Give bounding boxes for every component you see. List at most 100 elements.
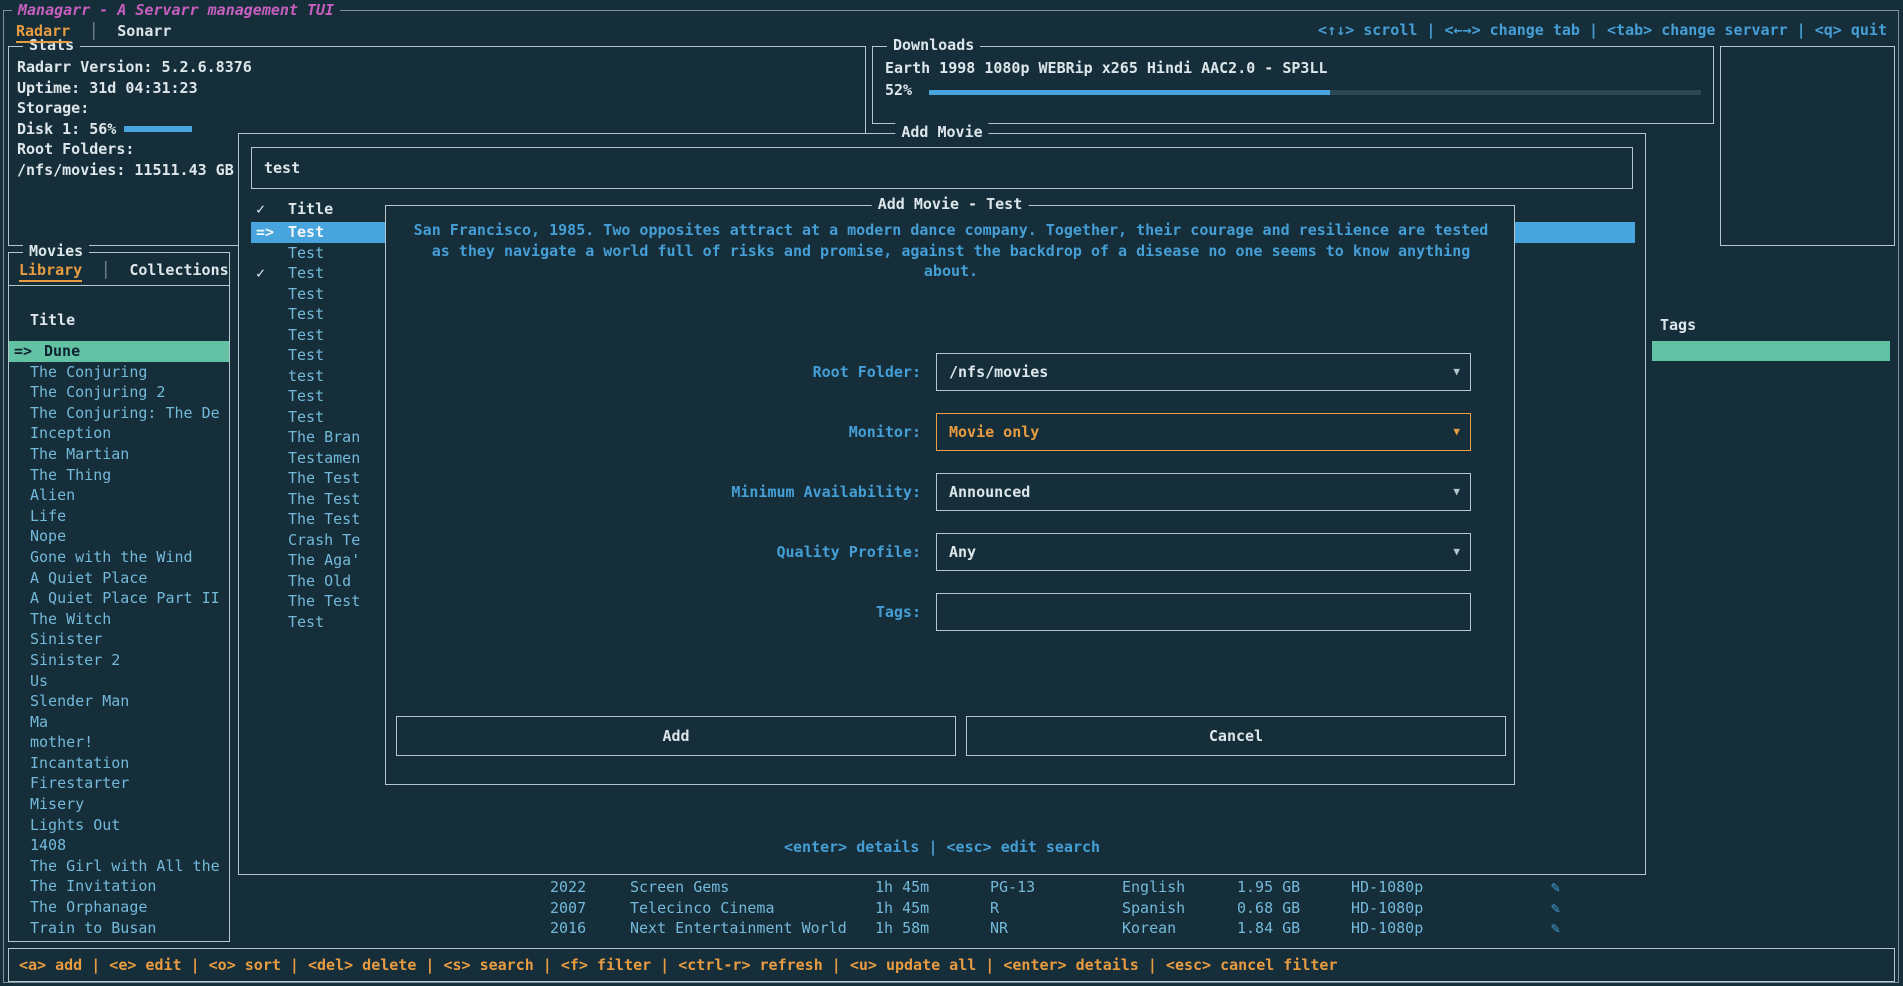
movie-runtime: 1h 45m	[875, 877, 929, 898]
root-folder-field: Root Folder: /nfs/movies ▼	[386, 353, 1514, 391]
monitor-value: Movie only	[949, 414, 1039, 450]
logo-panel	[1720, 46, 1895, 246]
search-results-header: ✓Title	[256, 200, 333, 218]
download-percent: 52%	[885, 81, 912, 99]
add-movie-search-input[interactable]: test	[251, 147, 1633, 189]
movie-list-item[interactable]: Ma	[9, 712, 229, 733]
result-title: The Test	[288, 510, 360, 528]
movie-studio: Telecinco Cinema	[630, 898, 775, 919]
chevron-down-icon: ▼	[1453, 354, 1460, 390]
movie-list-item[interactable]: The Girl with All the	[9, 856, 229, 877]
movie-title: Misery	[30, 795, 84, 813]
movie-quality: HD-1080p	[1351, 877, 1423, 898]
movie-list-item[interactable]: Lights Out	[9, 815, 229, 836]
add-movie-modal-title: Add Movie - Test	[872, 195, 1029, 213]
tab-sonarr[interactable]: Sonarr	[117, 22, 171, 40]
selected-row-tags-cell[interactable]	[1652, 341, 1890, 361]
tags-input[interactable]	[936, 593, 1471, 631]
result-check-icon	[256, 263, 288, 284]
quality-profile-field: Quality Profile: Any ▼	[386, 533, 1514, 571]
quality-profile-label: Quality Profile:	[386, 533, 921, 571]
movie-title: mother!	[30, 733, 93, 751]
library-table-row[interactable]: 2007 Telecinco Cinema 1h 45m R Spanish 0…	[0, 898, 1903, 919]
movie-title: The Witch	[30, 610, 111, 628]
movie-list-item[interactable]: Incantation	[9, 753, 229, 774]
result-title: The Aga'	[288, 551, 360, 569]
movie-list-item[interactable]: A Quiet Place Part II	[9, 588, 229, 609]
popup-keybinds: <enter> details | <esc> edit search	[238, 838, 1646, 856]
movie-title: The Conjuring 2	[30, 383, 165, 401]
selection-arrow	[14, 341, 44, 362]
movie-list-item[interactable]: 1408	[9, 835, 229, 856]
movie-list-item[interactable]: Sinister	[9, 629, 229, 650]
movie-list-item[interactable]: Sinister 2	[9, 650, 229, 671]
movie-list-item[interactable]: Us	[9, 671, 229, 692]
in-library-check-icon: ✓	[256, 200, 288, 218]
movie-list-item[interactable]: The Thing	[9, 465, 229, 486]
results-title-column-header: Title	[288, 200, 333, 218]
movies-title-column-header: Title	[30, 311, 75, 329]
movie-list-item[interactable]: Slender Man	[9, 691, 229, 712]
movie-quality: HD-1080p	[1351, 898, 1423, 919]
movie-list-item[interactable]: The Conjuring	[9, 362, 229, 383]
monitor-dropdown[interactable]: Movie only ▼	[936, 413, 1471, 451]
chevron-down-icon: ▼	[1453, 534, 1460, 570]
tab-library[interactable]: Library	[19, 261, 82, 282]
movie-list-item[interactable]: Gone with the Wind	[9, 547, 229, 568]
cancel-button[interactable]: Cancel	[966, 716, 1506, 756]
movie-list-item[interactable]: Alien	[9, 485, 229, 506]
app-title: Managarr - A Servarr management TUI	[12, 1, 340, 19]
movie-title: The Thing	[30, 466, 111, 484]
movie-list-item[interactable]: Dune	[9, 341, 229, 362]
minimum-availability-label: Minimum Availability:	[386, 473, 921, 511]
add-movie-popup-title: Add Movie	[895, 123, 988, 141]
result-title: The Old	[288, 572, 351, 590]
library-table-row[interactable]: 2016 Next Entertainment World 1h 58m NR …	[0, 918, 1903, 939]
add-movie-modal: Add Movie - Test San Francisco, 1985. Tw…	[385, 205, 1515, 785]
result-title: Test	[288, 223, 324, 241]
movie-list-item[interactable]: The Conjuring: The De	[9, 403, 229, 424]
movie-language: Spanish	[1122, 898, 1185, 919]
movie-year: 2007	[550, 898, 586, 919]
movie-list-item[interactable]: Misery	[9, 794, 229, 815]
movie-title: A Quiet Place Part II	[30, 589, 220, 607]
add-button[interactable]: Add	[396, 716, 956, 756]
movies-panel-title: Movies	[23, 242, 89, 260]
monitored-icon: ✎	[1551, 898, 1560, 919]
movie-size: 0.68 GB	[1237, 898, 1300, 919]
tab-collections[interactable]: Collections	[129, 261, 228, 279]
movie-list-item[interactable]: The Witch	[9, 609, 229, 630]
movie-list-item[interactable]: The Conjuring 2	[9, 382, 229, 403]
movie-list-item[interactable]: The Martian	[9, 444, 229, 465]
radarr-version: Radarr Version: 5.2.6.8376	[17, 57, 252, 78]
movie-list-item[interactable]: mother!	[9, 732, 229, 753]
movies-tabbar: Library │ Collections	[19, 259, 229, 281]
result-title: Test	[288, 264, 324, 282]
root-folder-dropdown[interactable]: /nfs/movies ▼	[936, 353, 1471, 391]
movie-language: English	[1122, 877, 1185, 898]
library-table-row[interactable]: 2022 Screen Gems 1h 45m PG-13 English 1.…	[0, 877, 1903, 898]
chevron-down-icon: ▼	[1453, 414, 1460, 450]
quality-profile-dropdown[interactable]: Any ▼	[936, 533, 1471, 571]
result-title: Crash Te	[288, 531, 360, 549]
tab-radarr[interactable]: Radarr	[16, 22, 70, 43]
movie-list-item[interactable]: Firestarter	[9, 773, 229, 794]
movie-title: Lights Out	[30, 816, 120, 834]
bottom-keybind-bar: <a> add | <e> edit | <o> sort | <del> de…	[8, 948, 1895, 982]
movie-rating: PG-13	[990, 877, 1035, 898]
movie-title: Gone with the Wind	[30, 548, 193, 566]
movie-title: A Quiet Place	[30, 569, 147, 587]
movie-list-item[interactable]: Inception	[9, 423, 229, 444]
minimum-availability-dropdown[interactable]: Announced ▼	[936, 473, 1471, 511]
root-folder-size: /nfs/movies: 11511.43 GB	[17, 160, 252, 181]
movie-list-item[interactable]: Life	[9, 506, 229, 527]
result-title: Test	[288, 326, 324, 344]
movie-list-item[interactable]: Nope	[9, 526, 229, 547]
quality-profile-value: Any	[949, 534, 976, 570]
movie-title: Life	[30, 507, 66, 525]
servarr-tabbar: Radarr │ Sonarr	[16, 20, 171, 42]
movie-title: Slender Man	[30, 692, 129, 710]
disk-usage-row: Disk 1: 56%	[17, 119, 252, 140]
movie-list-item[interactable]: A Quiet Place	[9, 568, 229, 589]
download-progress-bar	[929, 90, 1701, 95]
